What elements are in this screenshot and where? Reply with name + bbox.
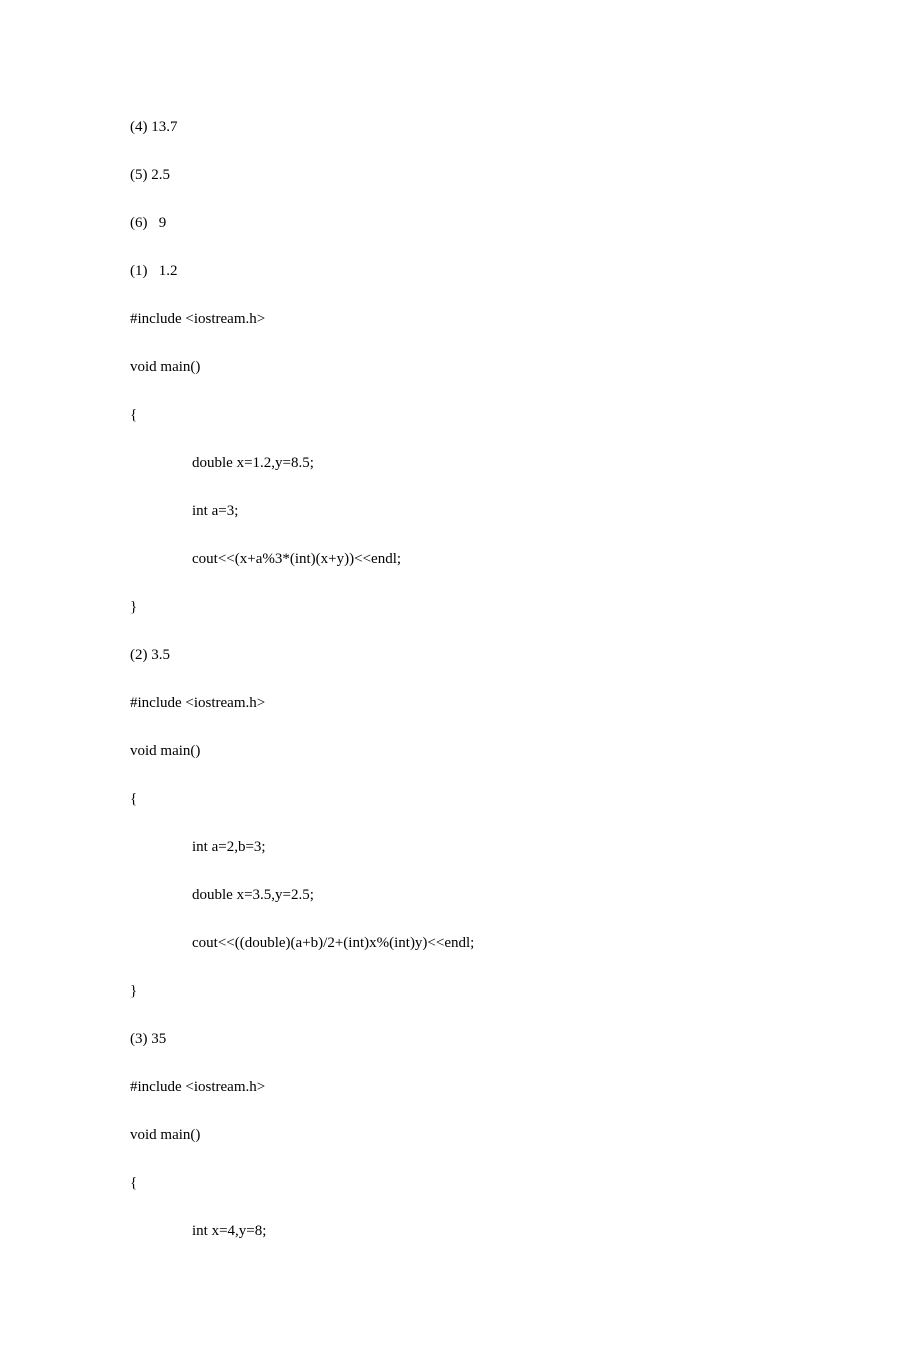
code-line: (1) 1.2 — [130, 259, 790, 283]
code-line: int x=4,y=8; — [130, 1219, 790, 1243]
code-line: } — [130, 979, 790, 1003]
code-line: #include <iostream.h> — [130, 691, 790, 715]
code-line: (3) 35 — [130, 1027, 790, 1051]
code-line: (2) 3.5 — [130, 643, 790, 667]
code-line: void main() — [130, 355, 790, 379]
code-line: (6) 9 — [130, 211, 790, 235]
code-line: double x=3.5,y=2.5; — [130, 883, 790, 907]
code-line: void main() — [130, 739, 790, 763]
code-line: (4) 13.7 — [130, 115, 790, 139]
code-line: { — [130, 1171, 790, 1195]
code-line: void main() — [130, 1123, 790, 1147]
code-line: int a=2,b=3; — [130, 835, 790, 859]
code-line: cout<<((double)(a+b)/2+(int)x%(int)y)<<e… — [130, 931, 790, 955]
code-line: (5) 2.5 — [130, 163, 790, 187]
code-line: } — [130, 595, 790, 619]
code-line: double x=1.2,y=8.5; — [130, 451, 790, 475]
code-line: #include <iostream.h> — [130, 1075, 790, 1099]
code-line: { — [130, 403, 790, 427]
code-line: cout<<(x+a%3*(int)(x+y))<<endl; — [130, 547, 790, 571]
code-line: int a=3; — [130, 499, 790, 523]
code-line: { — [130, 787, 790, 811]
document-page: (4) 13.7 (5) 2.5 (6) 9 (1) 1.2 #include <ios… — [0, 0, 920, 1347]
code-line: #include <iostream.h> — [130, 307, 790, 331]
